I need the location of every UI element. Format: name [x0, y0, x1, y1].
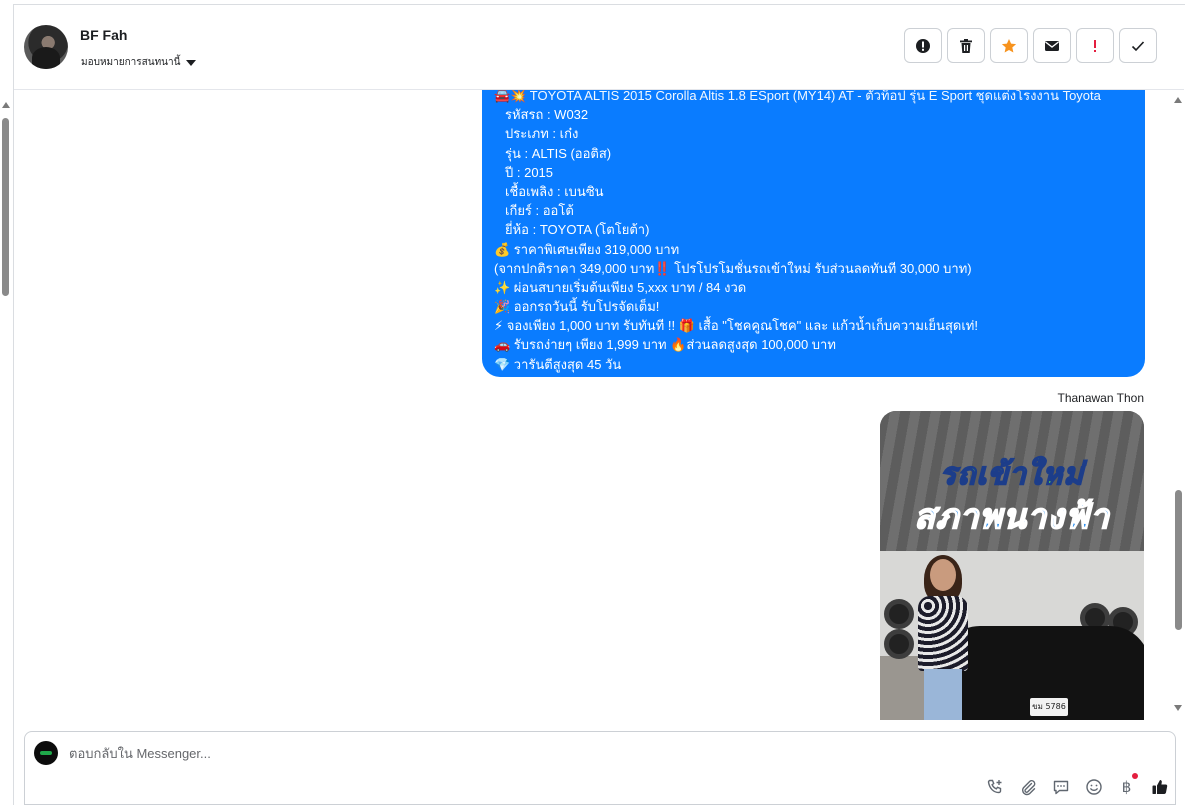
check-icon — [1131, 40, 1145, 51]
message-line: (จากปกติราคา 349,000 บาท‼️ โปรโปรโมชั่นร… — [494, 260, 972, 276]
attach-icon — [1021, 780, 1035, 796]
delete-icon — [960, 38, 972, 53]
scroll-up-arrow[interactable] — [1174, 97, 1182, 103]
call-button[interactable] — [983, 776, 1006, 798]
contact-avatar[interactable] — [24, 25, 68, 69]
message-line: 💎 วารันตีสูงสุด 45 วัน — [494, 356, 622, 372]
scroll-up-arrow[interactable] — [2, 102, 10, 108]
chevron-down-icon — [186, 59, 197, 66]
message-thread[interactable]: 🚘💥 TOYOTA ALTIS 2015 Corolla Altis 1.8 E… — [14, 90, 1170, 720]
phone-add-icon — [987, 779, 1001, 794]
message-line: 🎉 ออกรถวันนี้ รับโปรจัดเต็ม! — [494, 299, 660, 315]
page-avatar — [34, 741, 58, 765]
message-line: 🚘💥 TOYOTA ALTIS 2015 Corolla Altis 1.8 E… — [494, 90, 1101, 103]
message-line: 💰 ราคาพิเศษเพียง 319,000 บาท — [494, 241, 680, 257]
saved-reply-icon — [1053, 780, 1068, 795]
person-head — [930, 559, 956, 591]
message-line: ⚡ จองเพียง 1,000 บาท รับทันที !! 🎁 เสื้อ… — [494, 318, 978, 334]
message-line: รหัสรถ : W032 — [505, 107, 589, 123]
emoji-button[interactable] — [1082, 776, 1105, 798]
message-line: เชื้อเพลิง : เบนซิน — [505, 183, 604, 199]
outgoing-message-bubble[interactable]: 🚘💥 TOYOTA ALTIS 2015 Corolla Altis 1.8 E… — [482, 90, 1145, 377]
scroll-thumb[interactable] — [2, 118, 9, 296]
composer-toolbar: ฿ — [983, 773, 1171, 798]
conversation-header: BF Fah มอบหมายการสนทนานี้ — [14, 5, 1184, 90]
contact-name[interactable]: BF Fah — [80, 27, 127, 43]
left-scrollbar[interactable] — [0, 100, 12, 805]
message-line: ประเภท : เก๋ง — [505, 126, 579, 142]
attach-button[interactable] — [1016, 776, 1039, 798]
star-icon — [1001, 38, 1017, 52]
image-attachment[interactable]: รถเข้าใหม่ สภาพนางฟ้า ขม 5786 — [880, 411, 1144, 720]
tire-graphic — [884, 599, 914, 629]
delete-button[interactable] — [947, 28, 985, 63]
like-button[interactable] — [1148, 776, 1171, 798]
star-button[interactable] — [990, 28, 1028, 63]
emoji-icon — [1085, 779, 1102, 795]
thread-scrollbar[interactable] — [1172, 95, 1184, 715]
scroll-thumb[interactable] — [1175, 490, 1182, 630]
message-line: 🚗 รับรถง่ายๆ เพียง 1,999 บาท 🔥ส่วนลดสูงส… — [494, 337, 836, 353]
message-line: เกียร์ : ออโต้ — [505, 203, 574, 219]
reply-composer: ฿ — [24, 731, 1176, 805]
saved-replies-button[interactable] — [1049, 776, 1072, 798]
reply-input[interactable] — [69, 746, 969, 761]
assign-label: มอบหมายการสนทนานี้ — [81, 57, 181, 68]
payment-button[interactable]: ฿ — [1115, 773, 1138, 798]
conversation-actions — [904, 28, 1157, 63]
tire-graphic — [884, 629, 914, 659]
person-legs — [924, 669, 962, 720]
assign-conversation-dropdown[interactable]: มอบหมายการสนทนานี้ — [81, 55, 197, 70]
baht-icon: ฿ — [1121, 778, 1132, 796]
message-line: ปี : 2015 — [505, 164, 554, 180]
report-button[interactable] — [904, 28, 942, 63]
scroll-down-arrow[interactable] — [1174, 705, 1182, 711]
person-graphic — [918, 596, 968, 671]
alert-icon — [1094, 39, 1096, 52]
message-line: ยี่ห้อ : TOYOTA (โตโยต้า) — [505, 222, 650, 238]
notification-dot — [1132, 773, 1138, 779]
like-icon — [1152, 780, 1167, 794]
mark-done-button[interactable] — [1119, 28, 1157, 63]
spam-button[interactable] — [1076, 28, 1114, 63]
promo-subheadline: สภาพนางฟ้า — [913, 497, 1110, 537]
mail-icon — [1045, 40, 1059, 51]
message-line: รุ่น : ALTIS (ออติส) — [505, 145, 612, 161]
report-icon — [916, 38, 930, 53]
license-plate: ขม 5786 — [1030, 698, 1068, 716]
sender-name: Thanawan Thon — [1057, 391, 1144, 405]
message-line: ✨ ผ่อนสบายเริ่มต้นเพียง 5,xxx บาท / 84 ง… — [494, 279, 747, 295]
mark-unread-button[interactable] — [1033, 28, 1071, 63]
